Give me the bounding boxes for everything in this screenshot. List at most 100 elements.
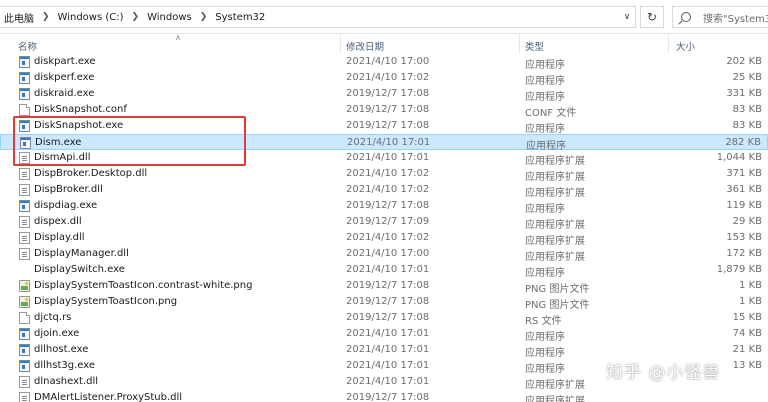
file-type: 应用程序扩展 — [525, 220, 585, 231]
file-size: 1,879 KB — [716, 264, 762, 275]
file-row[interactable]: diskraid.exe 2019/12/7 17:08 应用程序 331 KB — [0, 86, 768, 103]
file-type: 应用程序 — [525, 60, 565, 71]
file-date: 2019/12/7 17:08 — [346, 120, 430, 131]
file-row[interactable]: DisplaySystemToastIcon.contrast-white.pn… — [0, 278, 768, 295]
file-row[interactable]: DisplaySystemToastIcon.png 2019/12/7 17:0… — [0, 294, 768, 311]
file-date: 2021/4/10 17:02 — [346, 72, 430, 83]
chevron-down-icon[interactable]: ∨ — [618, 6, 636, 28]
column-header-size[interactable]: 大小 — [676, 39, 695, 53]
file-type: 应用程序 — [525, 364, 565, 375]
file-size: 331 KB — [726, 88, 762, 99]
file-row[interactable]: djoin.exe 2021/4/10 17:01 应用程序 74 KB — [0, 326, 768, 343]
file-row[interactable]: DiskSnapshot.conf 2019/12/7 17:08 CONF 文件 8… — [0, 102, 768, 119]
refresh-button[interactable]: ↻ — [640, 6, 664, 28]
file-date: 2021/4/10 17:01 — [346, 152, 430, 163]
breadcrumb[interactable]: 此电脑 ❯ Windows (C:) ❯ Windows ❯ System32 — [0, 6, 636, 28]
column-divider[interactable] — [519, 34, 520, 54]
breadcrumb-system32[interactable]: System32 — [213, 12, 267, 23]
file-date: 2019/12/7 17:08 — [346, 312, 430, 323]
file-size: 1,044 KB — [716, 152, 762, 163]
exe-icon — [20, 137, 31, 149]
chevron-right-icon[interactable]: ❯ — [194, 12, 214, 22]
exe-icon — [19, 360, 30, 372]
file-row[interactable]: diskpart.exe 2021/4/10 17:00 应用程序 202 KB — [0, 54, 768, 71]
file-name: DiskSnapshot.exe — [34, 120, 124, 131]
exe-icon — [19, 328, 30, 340]
file-name: diskraid.exe — [34, 88, 95, 99]
column-divider[interactable] — [340, 34, 341, 54]
file-row[interactable]: DMAlertListener.ProxyStub.dll 2019/12/7 1… — [0, 390, 768, 402]
file-row[interactable]: djctq.rs 2019/12/7 17:08 RS 文件 15 KB — [0, 310, 768, 327]
file-type: 应用程序扩展 — [525, 172, 585, 183]
file-row[interactable]: DisplayManager.dll 2021/4/10 17:00 应用程序扩展 1… — [0, 246, 768, 263]
file-size: 1 KB — [739, 280, 762, 291]
file-name: Display.dll — [34, 232, 85, 243]
watermark: 知乎 @小怪兽 — [606, 363, 721, 383]
file-date: 2021/4/10 17:00 — [346, 248, 430, 259]
exe-icon — [19, 72, 30, 84]
file-name: DisplayManager.dll — [34, 248, 129, 259]
file-row[interactable]: Display.dll 2021/4/10 17:02 应用程序扩展 153 KB — [0, 230, 768, 247]
column-header-date[interactable]: 修改日期 — [346, 39, 384, 53]
file-icon — [19, 104, 30, 116]
breadcrumb-windows[interactable]: Windows — [145, 12, 194, 23]
exe-icon — [19, 344, 30, 356]
chevron-right-icon[interactable]: ❯ — [36, 12, 56, 22]
file-size: 153 KB — [726, 232, 762, 243]
breadcrumb-this-pc[interactable]: 此电脑 — [2, 10, 36, 25]
file-date: 2021/4/10 17:02 — [346, 232, 430, 243]
file-type: 应用程序扩展 — [525, 380, 585, 391]
file-size: 119 KB — [726, 200, 762, 211]
file-row[interactable]: DispBroker.dll 2021/4/10 17:02 应用程序扩展 361 K… — [0, 182, 768, 199]
chevron-right-icon[interactable]: ❯ — [126, 12, 146, 22]
file-name: DiskSnapshot.conf — [34, 104, 127, 115]
file-type: 应用程序 — [525, 76, 565, 87]
file-date: 2021/4/10 17:01 — [346, 376, 430, 387]
exe-icon — [19, 88, 30, 100]
file-date: 2019/12/7 17:08 — [346, 280, 430, 291]
file-name: djctq.rs — [34, 312, 72, 323]
file-name: dllhost.exe — [34, 344, 89, 355]
exe-icon — [19, 56, 30, 68]
dll-icon — [19, 248, 30, 260]
file-name: diskpart.exe — [34, 56, 96, 67]
file-row[interactable]: Dism.exe 2021/4/10 17:01 应用程序 282 KB — [0, 134, 768, 152]
exe-icon — [19, 200, 30, 212]
dll-icon — [19, 232, 30, 244]
file-date: 2021/4/10 17:01 — [346, 360, 430, 371]
file-size: 371 KB — [726, 168, 762, 179]
file-type: 应用程序 — [525, 332, 565, 343]
file-type: 应用程序 — [525, 124, 565, 135]
file-size: 172 KB — [726, 248, 762, 259]
file-type: 应用程序 — [525, 92, 565, 103]
blank-icon — [19, 264, 30, 276]
file-row[interactable]: diskperf.exe 2021/4/10 17:02 应用程序 25 KB — [0, 70, 768, 87]
file-size: 83 KB — [732, 104, 762, 115]
file-type: 应用程序扩展 — [525, 396, 585, 402]
file-row[interactable]: DiskSnapshot.exe 2019/12/7 17:08 应用程序 83 KB — [0, 118, 768, 135]
file-icon — [19, 312, 30, 324]
png-icon — [19, 280, 30, 292]
file-row[interactable]: DispBroker.Desktop.dll 2021/4/10 17:02 应用程… — [0, 166, 768, 183]
file-row[interactable]: DisplaySwitch.exe 2021/4/10 17:01 应用程序 1,87… — [0, 262, 768, 279]
file-name: DispBroker.dll — [34, 184, 103, 195]
file-name: diskperf.exe — [34, 72, 95, 83]
search-input[interactable]: 搜索"System32" — [672, 6, 768, 28]
file-date: 2021/4/10 17:01 — [346, 264, 430, 275]
column-header-type[interactable]: 类型 — [525, 39, 544, 53]
file-type: CONF 文件 — [525, 108, 577, 119]
file-date: 2021/4/10 17:01 — [346, 328, 430, 339]
file-row[interactable]: DismApi.dll 2021/4/10 17:01 应用程序扩展 1,044 KB — [0, 150, 768, 167]
file-row[interactable]: dispdiag.exe 2019/12/7 17:08 应用程序 119 KB — [0, 198, 768, 215]
breadcrumb-drive-c[interactable]: Windows (C:) — [56, 12, 126, 23]
column-header-name[interactable]: 名称 — [18, 39, 37, 53]
sort-ascending-icon: ∧ — [175, 33, 181, 42]
file-type: 应用程序扩展 — [525, 156, 585, 167]
png-icon — [19, 296, 30, 308]
column-divider[interactable] — [668, 34, 669, 54]
file-type: PNG 图片文件 — [525, 300, 590, 311]
file-size: 15 KB — [732, 312, 762, 323]
file-row[interactable]: dllhost.exe 2021/4/10 17:01 应用程序 21 KB — [0, 342, 768, 359]
file-date: 2019/12/7 17:08 — [346, 104, 430, 115]
file-row[interactable]: dispex.dll 2019/12/7 17:09 应用程序扩展 29 KB — [0, 214, 768, 231]
